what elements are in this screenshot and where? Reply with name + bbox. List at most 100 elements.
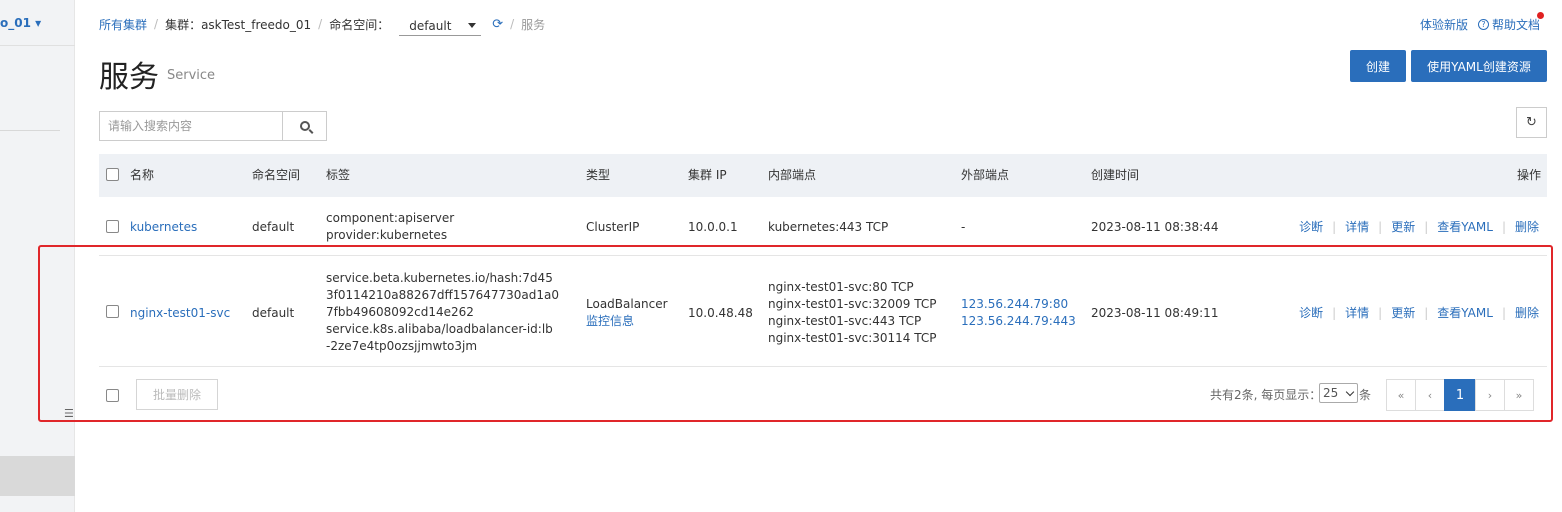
breadcrumb-separator: / [154,17,159,31]
row-checkbox[interactable] [106,220,119,233]
view-yaml-link[interactable]: 查看YAML [1437,304,1493,321]
select-all-checkbox[interactable] [106,168,119,181]
page-size-suffix: 条 [1359,388,1372,402]
column-header-external-endpoints: 外部端点 [961,168,1010,182]
cluster-ip-cell: 10.0.48.48 [688,306,753,320]
created-time-cell: 2023-08-11 08:49:11 [1091,306,1219,320]
action-separator: | [1378,219,1383,234]
label-line: service.k8s.alibaba/loadbalancer-id:lb [326,322,553,336]
internal-endpoint: nginx-test01-svc:443 TCP [768,314,922,328]
namespace-value: default [409,18,452,33]
last-page-button[interactable]: » [1504,379,1534,411]
diagnose-link[interactable]: 诊断 [1299,304,1323,321]
prev-page-button[interactable]: ‹ [1415,379,1445,411]
batch-delete-button[interactable]: 批量删除 [136,379,218,410]
cluster-ip-cell: 10.0.0.1 [688,220,738,234]
internal-endpoint: kubernetes:443 TCP [768,220,889,234]
type-cell: LoadBalancer [586,297,668,311]
table-refresh-button[interactable]: ↻ [1516,107,1547,138]
sidebar-divider [0,130,60,131]
pagination-summary: 共有2条, 每页显示： [1210,388,1322,402]
pagination: « ‹ 1 › » [1386,379,1534,411]
external-endpoint-link[interactable]: 123.56.244.79:443 [961,313,1076,330]
breadcrumb-separator: / [510,17,515,31]
page-subtitle: Service [167,68,216,83]
namespace-cell: default [252,306,295,320]
action-separator: | [1332,219,1337,234]
breadcrumb-separator: / [318,17,323,31]
help-docs-label: 帮助文档 [1491,18,1540,32]
column-header-internal-endpoints: 内部端点 [768,168,817,182]
action-separator: | [1501,219,1506,234]
label-line: service.beta.kubernetes.io/hash:7d45 [326,271,553,285]
table-footer: 批量删除 共有2条, 每页显示： 25 条 « ‹ 1 › » [99,367,1547,423]
cluster-switcher[interactable]: o_01 ▾ [0,16,41,30]
breadcrumb-current: 服务 [521,17,546,32]
breadcrumb-all-clusters[interactable]: 所有集群 [99,16,147,33]
page-title: 服务 [99,60,159,95]
question-icon: ? [1477,19,1489,30]
services-table: 名称 命名空间 标签 类型 集群 IP 内部端点 外部端点 创建时间 操作 ku… [99,154,1547,423]
caret-down-icon [468,23,477,28]
internal-endpoint: nginx-test01-svc:80 TCP [768,280,914,294]
delete-link[interactable]: 删除 [1515,304,1539,321]
column-header-name[interactable]: 名称 [130,167,154,184]
table-header: 名称 命名空间 标签 类型 集群 IP 内部端点 外部端点 创建时间 操作 [99,154,1547,197]
delete-link[interactable]: 删除 [1515,218,1539,235]
refresh-icon: ↻ [1526,115,1537,130]
label-line: 3f0114210a88267dff157647730ad1a0 [326,288,560,302]
created-time-cell: 2023-08-11 08:38:44 [1091,220,1219,234]
table-row: kubernetes default component:apiserver p… [99,197,1547,256]
search-button[interactable] [282,111,327,141]
label-line: -2ze7e4tp0ozsjjmwto3jm [326,339,478,353]
column-header-type: 类型 [586,168,611,182]
action-separator: | [1424,219,1429,234]
internal-endpoint: nginx-test01-svc:30114 TCP [768,331,937,345]
row-checkbox[interactable] [106,305,119,318]
namespace-select[interactable]: default [399,16,482,36]
action-separator: | [1332,305,1337,320]
sidebar-selected-item[interactable] [0,456,75,496]
column-header-labels: 标签 [326,168,351,182]
next-page-button[interactable]: › [1475,379,1505,411]
help-docs-link[interactable]: ? 帮助文档 [1477,12,1544,33]
action-separator: | [1378,305,1383,320]
label-line: component:apiserver [326,211,455,225]
type-cell: ClusterIP [586,220,640,234]
action-separator: | [1501,305,1506,320]
column-header-namespace: 命名空间 [252,168,301,182]
first-page-button[interactable]: « [1386,379,1416,411]
service-name-link[interactable]: kubernetes [130,219,197,236]
diagnose-link[interactable]: 诊断 [1299,218,1323,235]
new-version-link[interactable]: 体验新版 [1420,16,1468,33]
action-separator: | [1424,305,1429,320]
search-icon [299,121,310,131]
label-line: 7fbb49608092cd14e262 [326,305,474,319]
top-links: 体验新版 ? 帮助文档 [1420,12,1544,33]
breadcrumb-cluster: 集群：askTest_freedo_01 [165,17,312,32]
current-page-button[interactable]: 1 [1444,379,1476,411]
left-sidebar: o_01 ▾ ☰ [0,0,75,512]
row-actions: 诊断 | 详情 | 更新 | 查看YAML | 删除 [1299,218,1539,235]
collapse-icon[interactable]: ☰ [64,408,75,420]
chevron-down-icon [1345,387,1355,397]
create-button[interactable]: 创建 [1350,50,1406,82]
monitoring-info-link[interactable]: 监控信息 [586,313,634,330]
external-endpoint-link[interactable]: 123.56.244.79:80 [961,296,1068,313]
column-header-cluster-ip: 集群 IP [688,168,727,182]
table-row: nginx-test01-svc default service.beta.ku… [99,256,1547,367]
details-link[interactable]: 详情 [1345,218,1369,235]
namespace-cell: default [252,220,295,234]
view-yaml-link[interactable]: 查看YAML [1437,218,1493,235]
sidebar-divider [0,45,75,46]
column-header-created[interactable]: 创建时间 [1091,167,1139,184]
footer-select-all-checkbox[interactable] [106,389,119,402]
update-link[interactable]: 更新 [1391,218,1415,235]
update-link[interactable]: 更新 [1391,304,1415,321]
search-input[interactable]: 请输入搜索内容 [99,111,283,141]
service-name-link[interactable]: nginx-test01-svc [130,305,230,322]
page-size-select[interactable]: 25 [1319,383,1358,403]
details-link[interactable]: 详情 [1345,304,1369,321]
refresh-icon[interactable]: ⟳ [492,17,503,32]
create-with-yaml-button[interactable]: 使用YAML创建资源 [1411,50,1547,82]
